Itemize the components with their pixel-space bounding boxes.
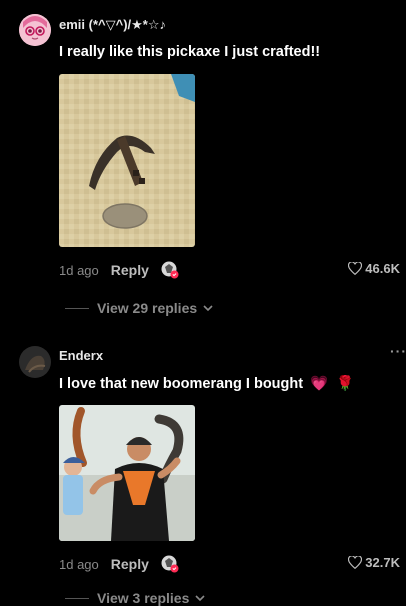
avatar[interactable] — [19, 346, 51, 378]
attached-image[interactable] — [59, 405, 195, 541]
reply-button[interactable]: Reply — [111, 556, 149, 572]
timestamp: 1d ago — [59, 262, 99, 278]
like-count: 46.6K — [365, 261, 400, 276]
rose-emoji: 🌹 — [336, 376, 355, 392]
like-button[interactable]: 32.7K — [348, 555, 400, 570]
chevron-down-icon — [195, 594, 205, 601]
more-options-button[interactable]: ··· — [390, 343, 406, 359]
comment-meta: 1d ago Reply — [59, 555, 179, 573]
comment-text-body: I love that new boomerang I bought — [59, 376, 304, 392]
reply-button[interactable]: Reply — [111, 262, 149, 278]
chevron-down-icon — [203, 304, 213, 311]
attached-image[interactable] — [59, 74, 195, 247]
heart-emoji: 💗 — [310, 376, 329, 392]
view-replies-label: View 3 replies — [97, 590, 190, 606]
avatar-dark-creature-icon — [19, 346, 51, 378]
heart-icon — [348, 556, 363, 569]
divider — [65, 597, 89, 599]
like-button[interactable]: 46.6K — [348, 261, 400, 276]
boomerang-photo — [59, 405, 195, 541]
avatar-anime-girl-icon — [19, 14, 51, 46]
view-replies-button[interactable]: View 29 replies — [65, 300, 213, 316]
pickaxe-image — [59, 74, 195, 247]
creator-liked-icon — [161, 261, 179, 279]
username[interactable]: Enderx — [59, 348, 103, 363]
comment-text: I love that new boomerang I bought 💗 🌹 — [59, 375, 354, 392]
comment-meta: 1d ago Reply — [59, 261, 179, 279]
avatar[interactable] — [19, 14, 51, 46]
comment-text: I really like this pickaxe I just crafte… — [59, 44, 321, 60]
username[interactable]: emii (*^▽^)/★*☆♪ — [59, 17, 166, 33]
timestamp: 1d ago — [59, 556, 99, 572]
view-replies-label: View 29 replies — [97, 300, 198, 316]
divider — [65, 307, 89, 309]
view-replies-button[interactable]: View 3 replies — [65, 590, 205, 606]
heart-icon — [348, 262, 363, 275]
like-count: 32.7K — [365, 555, 400, 570]
creator-liked-icon — [161, 555, 179, 573]
